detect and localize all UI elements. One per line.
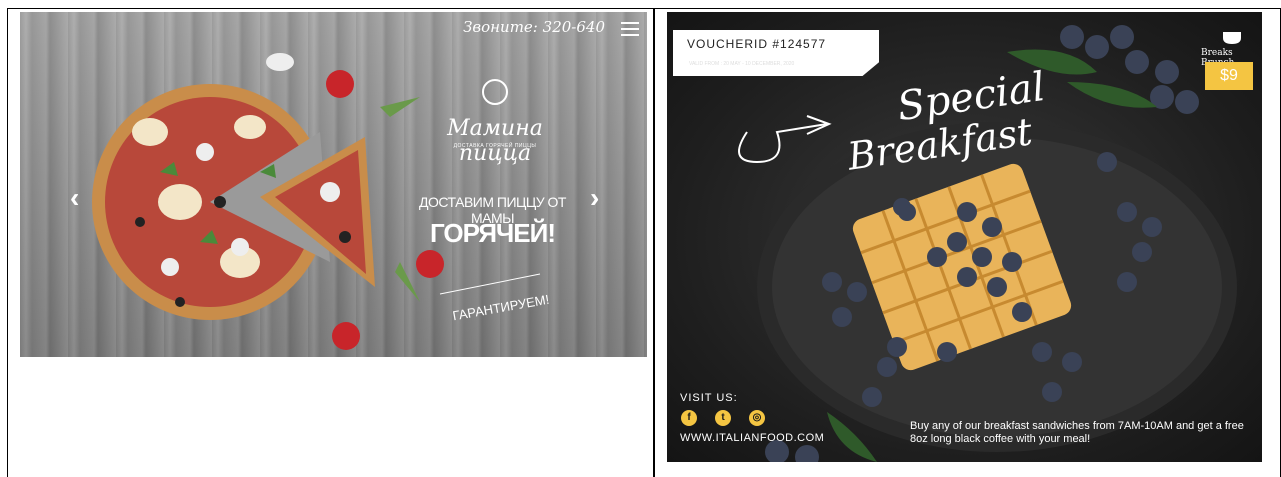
brand-subtitle: ДОСТАВКА ГОРЯЧЕЙ ПИЦЦЫ	[453, 143, 537, 149]
breakfast-poster: VOUCHERID #124577 VALID FROM : 20 MAY - …	[667, 12, 1262, 462]
tagline-hot: ГОРЯЧЕЙ!	[430, 218, 556, 248]
promo-text: Buy any of our breakfast sandwiches from…	[910, 420, 1244, 445]
pizza-illustration	[92, 53, 541, 350]
phone-label: Звоните:	[463, 18, 538, 36]
facebook-icon[interactable]: f	[681, 410, 697, 426]
voucher-id: VOUCHERID #124577	[687, 37, 827, 51]
phone-contact[interactable]: Звоните: 320-640	[463, 18, 605, 36]
voucher-tag: VOUCHERID #124577	[673, 30, 879, 76]
pizza-banner: Звоните: 320-640 Мамина пицца ДОСТАВКА Г…	[20, 12, 647, 357]
voucher-valid-dates: VALID FROM : 20 MAY - 10 DECEMBER, 2020	[689, 61, 795, 67]
image-grid: Звоните: 320-640 Мамина пицца ДОСТАВКА Г…	[0, 0, 1281, 477]
brand-name: Мамина пицца	[447, 116, 543, 166]
carousel-next-arrow-icon[interactable]: ›	[590, 182, 599, 214]
instagram-icon[interactable]: ◎	[749, 410, 765, 426]
visit-us-label: VISIT US:	[680, 392, 738, 404]
price-badge: $9	[1205, 62, 1253, 90]
carousel-prev-arrow-icon[interactable]: ‹	[70, 182, 79, 214]
twitter-icon[interactable]: t	[715, 410, 731, 426]
hamburger-icon[interactable]	[621, 22, 639, 40]
website-link[interactable]: WWW.ITALIANFOOD.COM	[680, 432, 824, 444]
phone-number: 320-640	[542, 18, 605, 36]
